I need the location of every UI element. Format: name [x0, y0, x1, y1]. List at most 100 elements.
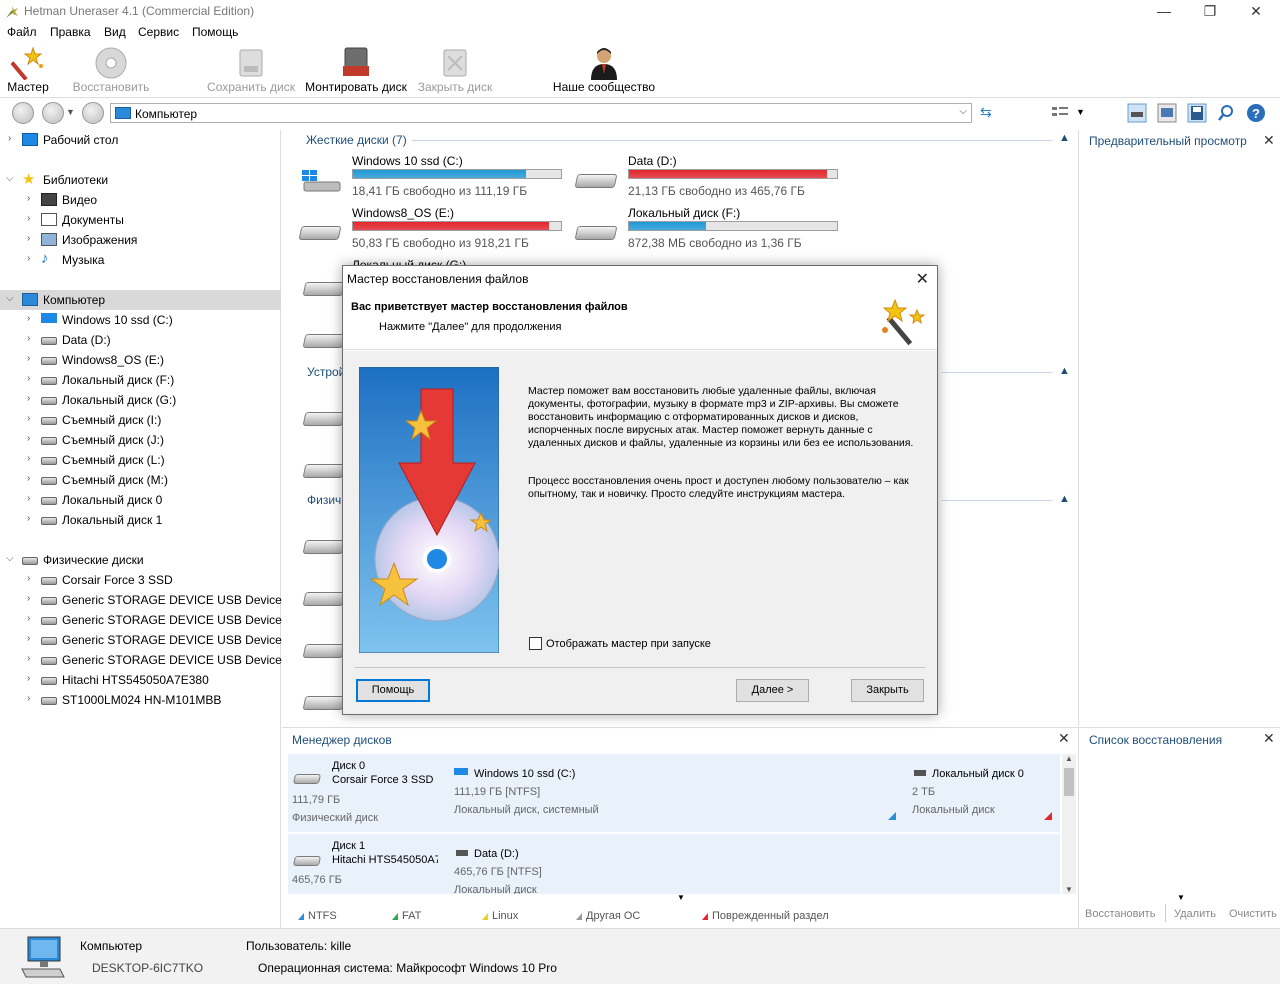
menu-service[interactable]: Сервис: [138, 25, 179, 39]
help-icon[interactable]: ?: [1246, 103, 1266, 123]
collapse-chevron-icon[interactable]: ▲: [1059, 365, 1070, 377]
delete-button[interactable]: Удалить: [1174, 908, 1216, 920]
tree-computer[interactable]: ⌵ Компьютер: [0, 290, 281, 310]
chevron-down-icon[interactable]: ⌵: [959, 106, 967, 117]
hard-disks-header[interactable]: Жесткие диски (7): [306, 133, 407, 147]
close-disk-manager-icon[interactable]: ✕: [1058, 730, 1070, 747]
tree-images[interactable]: › Изображения: [0, 230, 281, 250]
tree-video[interactable]: › Видео: [0, 190, 281, 210]
window-title: Hetman Uneraser 4.1 (Commercial Edition): [24, 4, 255, 18]
tree-drive[interactable]: › Локальный диск 1: [0, 510, 281, 530]
back-button[interactable]: [12, 102, 34, 124]
drive-icon[interactable]: [302, 540, 346, 554]
scrollbar-thumb[interactable]: [1064, 768, 1074, 796]
restore-button[interactable]: ❐: [1187, 0, 1233, 24]
next-button[interactable]: Далее >: [736, 679, 809, 702]
tree-drive[interactable]: › Локальный диск 0: [0, 490, 281, 510]
tree-physical-disk[interactable]: › Generic STORAGE DEVICE USB Device: [0, 610, 282, 630]
tree-drive[interactable]: › Локальный диск (G:): [0, 390, 281, 410]
tree-drive[interactable]: › Локальный диск (F:): [0, 370, 281, 390]
tree-drive[interactable]: › Съемный диск (M:): [0, 470, 281, 490]
disk-row[interactable]: Диск 0 Corsair Force 3 SSD 111,79 ГБ Физ…: [288, 754, 1060, 832]
drive-icon[interactable]: [302, 412, 346, 426]
drive-tile-e[interactable]: Windows8_OS (E:) 50,83 ГБ свободно из 91…: [298, 206, 570, 258]
show-wizard-label[interactable]: Отображать мастер при запуске: [546, 638, 711, 650]
drive-tile-f[interactable]: Локальный диск (F:) 872,38 МБ свободно и…: [574, 206, 846, 258]
tree-drive[interactable]: › Съемный диск (I:): [0, 410, 281, 430]
tree-physical-disk[interactable]: › Generic STORAGE DEVICE USB Device: [0, 650, 282, 670]
physical-disks-header[interactable]: Физич: [307, 493, 341, 507]
tree-documents[interactable]: › Документы: [0, 210, 281, 230]
close-preview-icon[interactable]: ✕: [1263, 132, 1275, 149]
address-bar: ▼ Компьютер ⌵ ⇆: [0, 99, 1280, 127]
tree-physical-disk[interactable]: › ST1000LM024 HN-M101MBB: [0, 690, 281, 710]
tree-music[interactable]: › ♪ Музыка: [0, 250, 281, 270]
tree-physical-disk[interactable]: › Generic STORAGE DEVICE USB Device: [0, 590, 282, 610]
recover-button[interactable]: Восстановить: [1085, 908, 1155, 920]
splitter-arrow-icon[interactable]: ▼: [677, 893, 685, 902]
address-field[interactable]: Компьютер ⌵: [110, 103, 972, 123]
scroll-down-icon[interactable]: ▼: [1065, 885, 1073, 894]
minimize-button[interactable]: —: [1141, 0, 1187, 24]
scroll-up-icon[interactable]: ▲: [1065, 754, 1073, 763]
magic-wand-icon: [11, 46, 43, 80]
close-disk-button[interactable]: Закрыть диск: [416, 44, 494, 98]
drive-icon[interactable]: [302, 592, 346, 606]
menu-view[interactable]: Вид: [104, 25, 126, 39]
menu-help[interactable]: Помощь: [192, 25, 238, 39]
search-icon[interactable]: [1216, 103, 1236, 123]
up-button[interactable]: [82, 102, 104, 124]
tree-drive[interactable]: › Windows 10 ssd (C:): [0, 310, 281, 330]
collapse-chevron-icon[interactable]: ▲: [1059, 132, 1070, 144]
close-recovery-list-icon[interactable]: ✕: [1263, 730, 1275, 747]
splitter-arrow-icon[interactable]: ▼: [1177, 893, 1185, 902]
drive-icon[interactable]: [302, 334, 346, 348]
drive-tile-d[interactable]: Data (D:) 21,13 ГБ свободно из 465,76 ГБ: [574, 154, 846, 206]
community-button[interactable]: Наше сообщество: [550, 44, 658, 98]
drive-icon[interactable]: [302, 696, 346, 710]
image-view-icon[interactable]: [1157, 103, 1177, 123]
disk-row[interactable]: Диск 1 Hitachi HTS545050A7 465,76 ГБ Dat…: [288, 834, 1060, 894]
tree-drive[interactable]: › Data (D:): [0, 330, 281, 350]
tree-drive[interactable]: › Windows8_OS (E:): [0, 350, 281, 370]
tree-drive[interactable]: › Съемный диск (L:): [0, 450, 281, 470]
collapse-chevron-icon[interactable]: ▲: [1059, 493, 1070, 505]
wizard-button[interactable]: Мастер: [2, 44, 54, 98]
refresh-icon[interactable]: ⇆: [980, 104, 992, 121]
tree-desktop[interactable]: › Рабочий стол: [0, 130, 281, 150]
clear-button[interactable]: Очистить: [1229, 908, 1277, 920]
restore-toolbar-button[interactable]: Восстановить: [70, 44, 152, 98]
show-wizard-checkbox[interactable]: [529, 637, 542, 650]
partition-name[interactable]: Локальный диск 0: [932, 768, 1024, 780]
devices-header[interactable]: Устрой: [307, 365, 345, 379]
drive-icon[interactable]: [302, 644, 346, 658]
scrollbar[interactable]: ▲ ▼: [1062, 754, 1076, 894]
toolbar: Мастер Восстановить Сохранить диск Монти…: [0, 44, 1280, 98]
menu-edit[interactable]: Правка: [50, 25, 91, 39]
history-dropdown-icon[interactable]: ▼: [66, 107, 75, 117]
close-window-button[interactable]: ✕: [1233, 0, 1279, 24]
menu-file[interactable]: Файл: [7, 25, 37, 39]
dialog-close-icon[interactable]: ✕: [916, 269, 929, 289]
drive-tile-c[interactable]: Windows 10 ssd (C:) 18,41 ГБ свободно из…: [300, 154, 570, 206]
view-mode-icon[interactable]: [1050, 103, 1070, 123]
help-button[interactable]: Помощь: [356, 679, 430, 702]
partition-name[interactable]: Data (D:): [474, 848, 519, 860]
close-button[interactable]: Закрыть: [851, 679, 924, 702]
tree-physical-disk[interactable]: › Generic STORAGE DEVICE USB Device: [0, 630, 282, 650]
disk-view-icon[interactable]: [1127, 103, 1147, 123]
drive-icon[interactable]: [302, 464, 346, 478]
view-mode-dropdown-icon[interactable]: ▼: [1076, 107, 1085, 117]
partition-desc: Локальный диск: [454, 884, 537, 894]
drive-icon[interactable]: [302, 282, 346, 296]
forward-button[interactable]: [42, 102, 64, 124]
mount-disk-button[interactable]: Монтировать диск: [304, 44, 408, 98]
tree-libraries[interactable]: ⌵ ★ Библиотеки: [0, 170, 281, 190]
save-disk-button[interactable]: Сохранить диск: [206, 44, 296, 98]
partition-name[interactable]: Windows 10 ssd (C:): [474, 768, 575, 780]
tree-drive[interactable]: › Съемный диск (J:): [0, 430, 281, 450]
save-icon[interactable]: [1187, 103, 1207, 123]
tree-physical-disks[interactable]: ⌵ Физические диски: [0, 550, 281, 570]
tree-physical-disk[interactable]: › Corsair Force 3 SSD: [0, 570, 281, 590]
tree-physical-disk[interactable]: › Hitachi HTS545050A7E380: [0, 670, 281, 690]
